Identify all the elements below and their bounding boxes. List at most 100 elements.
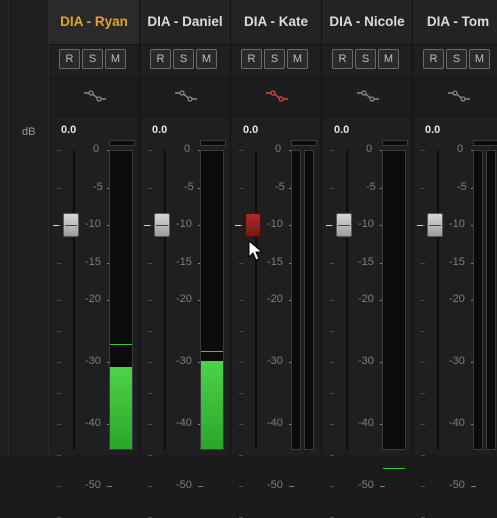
fader-level-readout: 0.0 xyxy=(334,124,350,136)
left-tick-mark xyxy=(57,150,61,151)
scale-label: -5 xyxy=(457,180,467,193)
eq-area[interactable] xyxy=(49,78,139,116)
solo-button[interactable]: S xyxy=(355,49,376,69)
fader-zero-marker xyxy=(53,225,59,226)
fader-zero-marker xyxy=(417,225,423,226)
channel-name-header[interactable]: DIA - Nicole xyxy=(322,0,412,45)
left-tick-mark xyxy=(421,187,425,189)
mute-button[interactable]: M xyxy=(105,49,126,69)
scale-tick-mark xyxy=(471,486,476,487)
left-tick-mark xyxy=(239,393,243,394)
eq-curve-icon[interactable] xyxy=(355,89,381,103)
solo-button[interactable]: S xyxy=(173,49,194,69)
fader-handle[interactable] xyxy=(63,213,79,237)
scale-label: 0 xyxy=(93,143,100,155)
channel-name-header[interactable]: DIA - Kate xyxy=(231,0,321,45)
fader-handle[interactable] xyxy=(427,213,443,237)
rsm-button-group: RSM xyxy=(150,49,217,69)
solo-button[interactable]: S xyxy=(82,49,103,69)
scale-tick-mark xyxy=(289,486,294,487)
fader-handle[interactable] xyxy=(154,213,170,237)
record-button[interactable]: R xyxy=(150,49,171,69)
record-button[interactable]: R xyxy=(59,49,80,69)
eq-area[interactable] xyxy=(140,78,230,116)
left-tick-mark xyxy=(57,424,61,425)
scale-label: -50 xyxy=(85,479,101,491)
left-tick-mark xyxy=(421,262,425,264)
level-meter xyxy=(291,150,301,450)
eq-curve-icon[interactable] xyxy=(264,89,290,103)
eq-curve-icon[interactable] xyxy=(82,89,108,103)
left-tick-mark xyxy=(57,455,61,456)
fader-zero-marker xyxy=(326,225,332,226)
fader-handle[interactable] xyxy=(245,213,261,237)
scale-label: -40 xyxy=(267,417,283,429)
scale-label: -50 xyxy=(267,479,283,491)
left-tick-mark xyxy=(330,393,334,394)
fader-level-readout: 0.0 xyxy=(425,124,441,136)
fader-level-readout: 0.0 xyxy=(152,124,168,136)
left-tick-mark xyxy=(57,362,61,363)
channel-name-header[interactable]: DIA - Daniel xyxy=(140,0,230,45)
left-tick-mark xyxy=(239,486,243,487)
left-tick-mark xyxy=(330,362,334,363)
fader-handle[interactable] xyxy=(336,213,352,237)
left-tick-mark xyxy=(57,262,61,264)
scale-label: -20 xyxy=(358,293,374,305)
channel-strip: DIA - Daniel R S M 0.0 0 -5 -10 -15 -20 -30 -40 -50 xyxy=(140,0,231,518)
scale-label: -30 xyxy=(85,355,101,367)
solo-button[interactable]: S xyxy=(264,49,285,69)
fader-track[interactable] xyxy=(437,150,439,450)
meter-clip-indicator xyxy=(473,140,497,146)
fader-track[interactable] xyxy=(73,150,75,450)
fader-track[interactable] xyxy=(346,150,348,450)
solo-button[interactable]: S xyxy=(446,49,467,69)
left-tick-mark xyxy=(239,331,243,332)
scale-label: -20 xyxy=(267,293,283,305)
scale-label: -10 xyxy=(358,218,374,230)
fader-level-readout: 0.0 xyxy=(61,124,77,136)
scale-label: -20 xyxy=(85,293,101,305)
fader-track[interactable] xyxy=(255,150,257,450)
scale-label: -5 xyxy=(275,180,285,193)
left-tick-mark xyxy=(330,331,334,332)
level-meter xyxy=(473,150,483,450)
left-tick-mark xyxy=(330,300,334,301)
rsm-button-group: RSM xyxy=(423,49,490,69)
left-tick-mark xyxy=(148,486,152,487)
scale-tick-mark xyxy=(107,486,112,487)
mute-button[interactable]: M xyxy=(469,49,490,69)
scale-label: -40 xyxy=(85,417,101,429)
scale-label: 0 xyxy=(184,143,191,155)
mute-button[interactable]: M xyxy=(196,49,217,69)
meter-level-fill xyxy=(110,367,132,449)
scale-label: -30 xyxy=(358,355,374,367)
fader-track[interactable] xyxy=(164,150,166,450)
channel-name-header[interactable]: DIA - Tom xyxy=(413,0,497,45)
record-button[interactable]: R xyxy=(241,49,262,69)
scale-label: -5 xyxy=(93,180,103,193)
channel-name-header[interactable]: DIA - Ryan xyxy=(49,0,139,45)
left-tick-mark xyxy=(148,331,152,332)
scale-label: -15 xyxy=(358,255,374,268)
eq-area[interactable] xyxy=(231,78,321,116)
eq-curve-icon[interactable] xyxy=(173,89,199,103)
record-button[interactable]: R xyxy=(423,49,444,69)
meter-clip-indicator xyxy=(382,140,408,146)
scale-label: -40 xyxy=(358,417,374,429)
left-tick-mark xyxy=(239,262,243,264)
eq-area[interactable] xyxy=(413,78,497,116)
rsm-button-group: RSM xyxy=(59,49,126,69)
meter-peak-hold xyxy=(201,350,223,352)
fader-zero-marker xyxy=(235,225,241,226)
left-tick-mark xyxy=(421,300,425,301)
level-meter xyxy=(382,150,406,470)
eq-curve-icon[interactable] xyxy=(446,89,472,103)
mute-button[interactable]: M xyxy=(378,49,399,69)
left-tick-mark xyxy=(239,150,243,151)
mute-button[interactable]: M xyxy=(287,49,308,69)
left-tick-mark xyxy=(57,486,61,487)
eq-area[interactable] xyxy=(322,78,412,116)
channel-strip: DIA - Kate R S M 0.0 0 -5 -10 -15 -20 -30 -40 -50 xyxy=(231,0,322,518)
record-button[interactable]: R xyxy=(332,49,353,69)
